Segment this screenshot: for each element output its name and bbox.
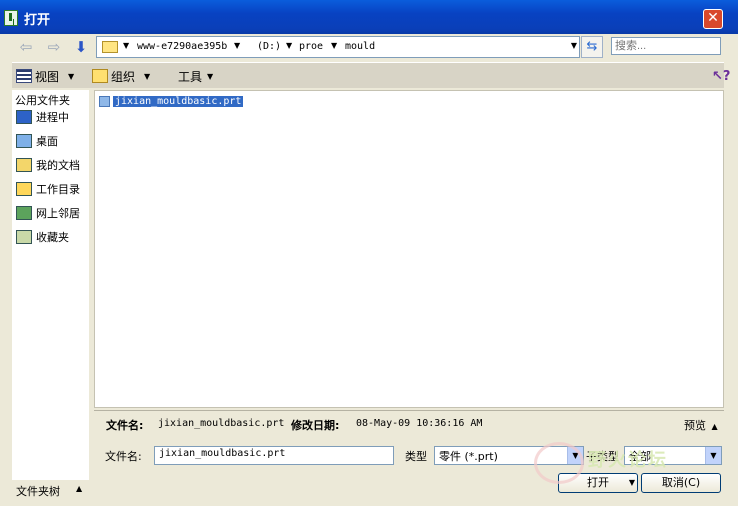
- chevron-down-icon: ▼: [144, 71, 151, 81]
- sidebar-item-label: 收藏夹: [36, 231, 69, 244]
- folder-icon: [16, 182, 32, 196]
- chevron-down-icon[interactable]: ▼: [705, 447, 721, 464]
- organize-icon: [92, 69, 108, 83]
- sidebar-item-label: 工作目录: [36, 183, 80, 196]
- chevron-up-icon: ▲: [711, 422, 718, 431]
- type-value: 零件 (*.prt): [439, 450, 498, 463]
- subtype-select[interactable]: 全部 ▼: [624, 446, 722, 465]
- file-name[interactable]: jixian_mouldbasic.prt: [111, 94, 245, 108]
- filename-input[interactable]: jixian_mouldbasic.prt: [154, 446, 394, 465]
- chevron-down-icon: ▼: [68, 71, 75, 81]
- sidebar-item-desktop[interactable]: 桌面: [16, 131, 58, 151]
- documents-icon: [16, 158, 32, 172]
- subtype-label: 子类型: [586, 450, 619, 463]
- chevron-down-icon[interactable]: ▼: [331, 41, 337, 50]
- organize-menu[interactable]: 组织 ▼: [92, 67, 150, 85]
- sidebar-item-label: 我的文档: [36, 159, 80, 172]
- subtype-value: 全部: [629, 450, 651, 463]
- help-icon[interactable]: ↖?: [712, 69, 730, 84]
- open-button[interactable]: 打开 ▼: [558, 473, 638, 493]
- sidebar-item-label: 桌面: [36, 135, 58, 148]
- folder-tree-label: 文件夹树: [16, 485, 60, 498]
- chevron-down-icon[interactable]: ▼: [629, 474, 635, 492]
- filename-label: 文件名:: [105, 450, 142, 463]
- view-icon: [16, 69, 32, 83]
- desktop-icon: [16, 134, 32, 148]
- address-bar[interactable]: ▼ www-e7290ae395b ▼ (D:) ▼ proe ▼ mould …: [96, 36, 580, 58]
- sidebar: 公用文件夹 进程中 桌面 我的文档 工作目录 网上邻居 收藏夹: [12, 90, 89, 500]
- cancel-button[interactable]: 取消(C): [641, 473, 721, 493]
- search-input[interactable]: [611, 37, 721, 55]
- back-icon[interactable]: ⇦: [16, 38, 36, 56]
- open-dialog: 打开 ✕ ⇦ ⇨ ⬇ ▼ www-e7290ae395b ▼ (D:) ▼ pr…: [0, 0, 738, 506]
- sidebar-item-working-directory[interactable]: 工作目录: [16, 179, 80, 199]
- sidebar-item-favorites[interactable]: 收藏夹: [16, 227, 69, 247]
- chevron-down-icon[interactable]: ▼: [234, 41, 240, 50]
- sidebar-item-label: 进程中: [36, 111, 69, 124]
- type-label: 类型: [405, 450, 427, 463]
- refresh-icon[interactable]: ⇆: [581, 36, 603, 58]
- tools-menu[interactable]: 工具 ▼: [178, 67, 213, 85]
- file-list[interactable]: jixian_mouldbasic.prt: [94, 90, 724, 408]
- info-name-label: 文件名:: [106, 419, 144, 432]
- folder-tree-toggle[interactable]: 文件夹树 ▲: [12, 480, 89, 500]
- cancel-button-label: 取消(C): [661, 476, 701, 489]
- type-select[interactable]: 零件 (*.prt) ▼: [434, 446, 584, 465]
- sidebar-title: 公用文件夹: [15, 94, 70, 107]
- info-name-value: jixian_mouldbasic.prt: [158, 418, 285, 429]
- address-dropdown-icon[interactable]: ▼: [571, 41, 577, 50]
- sidebar-item-label: 网上邻居: [36, 207, 80, 220]
- app-icon: [4, 10, 18, 26]
- list-item[interactable]: jixian_mouldbasic.prt: [99, 94, 245, 108]
- view-menu[interactable]: 视图 ▼: [16, 67, 74, 85]
- view-label: 视图: [35, 69, 60, 84]
- chevron-down-icon[interactable]: ▼: [567, 447, 583, 464]
- folder-icon: [102, 41, 118, 53]
- chevron-down-icon[interactable]: ▼: [123, 41, 129, 50]
- organize-label: 组织: [111, 69, 136, 84]
- chevron-down-icon: ▼: [207, 71, 214, 81]
- window-title: 打开: [24, 13, 51, 28]
- sidebar-item-in-session[interactable]: 进程中: [16, 107, 69, 127]
- favorites-icon: [16, 230, 32, 244]
- preview-label: 预览: [684, 419, 706, 432]
- chevron-down-icon[interactable]: ▼: [286, 41, 292, 50]
- info-date-label: 修改日期:: [291, 419, 340, 432]
- breadcrumb-proe[interactable]: proe: [299, 41, 323, 52]
- title-bar[interactable]: 打开 ✕: [0, 0, 738, 34]
- file-info-bar: 文件名: jixian_mouldbasic.prt 修改日期: 08-May-…: [94, 410, 724, 436]
- info-date-value: 08-May-09 10:36:16 AM: [356, 418, 483, 429]
- forward-icon[interactable]: ⇨: [44, 38, 64, 56]
- open-button-label: 打开: [587, 476, 609, 489]
- tools-label: 工具: [178, 69, 203, 84]
- network-icon: [16, 206, 32, 220]
- breadcrumb-drive[interactable]: (D:): [257, 41, 281, 52]
- close-button[interactable]: ✕: [703, 9, 723, 29]
- breadcrumb-computer[interactable]: www-e7290ae395b: [137, 41, 227, 52]
- breadcrumb-mould[interactable]: mould: [345, 41, 375, 52]
- part-file-icon: [99, 95, 110, 107]
- arrow-down-icon[interactable]: ⬇: [71, 38, 91, 56]
- sidebar-item-my-documents[interactable]: 我的文档: [16, 155, 80, 175]
- preview-toggle[interactable]: 预览 ▲: [684, 417, 718, 433]
- sidebar-item-network[interactable]: 网上邻居: [16, 203, 80, 223]
- chevron-up-icon: ▲: [76, 484, 83, 493]
- navigation-bar: ⇦ ⇨ ⬇ ▼ www-e7290ae395b ▼ (D:) ▼ proe ▼ …: [0, 34, 738, 60]
- process-icon: [16, 110, 32, 124]
- toolbar: 视图 ▼ 组织 ▼ 工具 ▼ ↖?: [12, 62, 730, 88]
